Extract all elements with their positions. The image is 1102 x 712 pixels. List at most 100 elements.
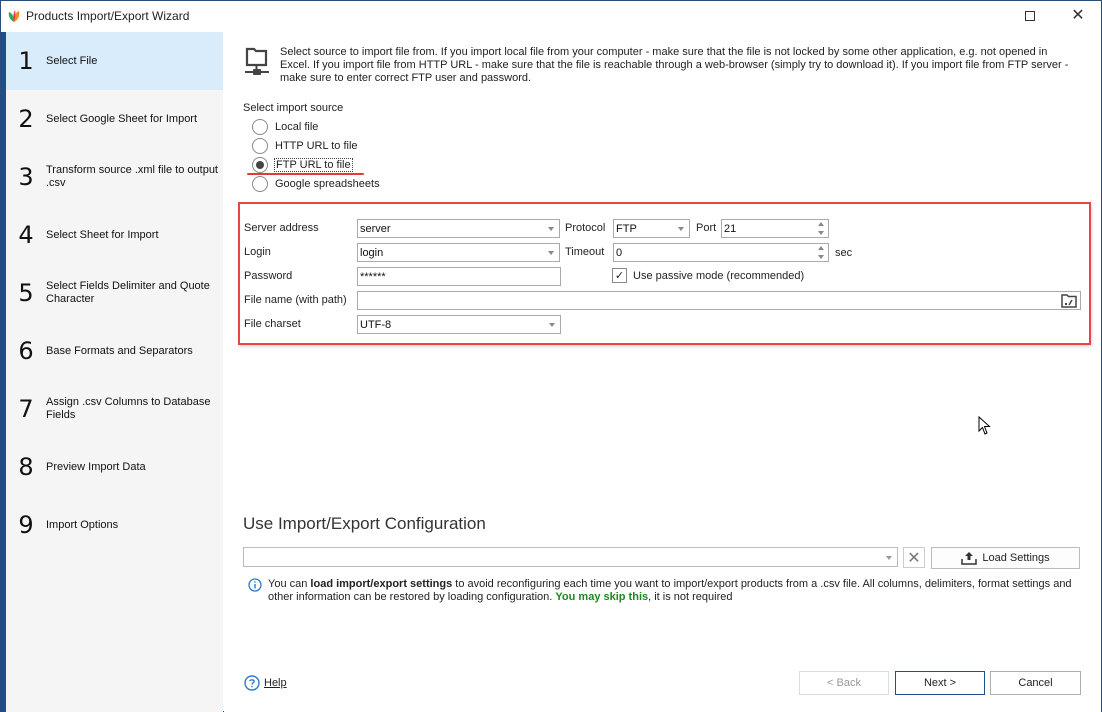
highlight-underline bbox=[247, 173, 364, 175]
sidebar-step-assign-columns[interactable]: 7 Assign .csv Columns to Database Fields bbox=[6, 380, 223, 438]
file-charset-label: File charset bbox=[244, 318, 301, 330]
step-label: Import Options bbox=[46, 518, 119, 531]
passive-mode-label: Use passive mode (recommended) bbox=[633, 270, 805, 282]
sidebar-step-import-options[interactable]: 9 Import Options bbox=[6, 496, 223, 554]
checkmark-icon: ✓ bbox=[614, 270, 625, 282]
sidebar-step-transform-xml[interactable]: 3 Transform source .xml file to output .… bbox=[6, 148, 223, 206]
step-label: Select Sheet for Import bbox=[46, 228, 159, 241]
file-charset-combo[interactable]: UTF-8 bbox=[357, 315, 561, 334]
port-spinner[interactable]: 21 bbox=[721, 219, 829, 238]
step-label: Preview Import Data bbox=[46, 460, 146, 473]
chevron-down-icon[interactable] bbox=[549, 323, 555, 327]
timeout-label: Timeout bbox=[565, 246, 605, 258]
wizard-steps-sidebar: 1 Select File 2 Select Google Sheet for … bbox=[1, 32, 223, 712]
spinner-arrows-icon[interactable] bbox=[817, 221, 825, 236]
file-name-label: File name (with path) bbox=[244, 294, 347, 306]
sidebar-step-preview[interactable]: 8 Preview Import Data bbox=[6, 438, 223, 496]
sidebar-step-delimiter[interactable]: 5 Select Fields Delimiter and Quote Char… bbox=[6, 264, 223, 322]
step-number: 2 bbox=[18, 105, 34, 133]
ftp-settings-group: Server address server Protocol FTP Port … bbox=[238, 202, 1091, 345]
help-link[interactable]: Help bbox=[264, 677, 287, 689]
hint-text: Select source to import file from. If yo… bbox=[280, 46, 1069, 84]
step-number: 6 bbox=[18, 337, 34, 365]
step-label: Select Fields Delimiter and Quote Charac… bbox=[46, 280, 210, 305]
window-title: Products Import/Export Wizard bbox=[26, 9, 190, 23]
title-bar: Products Import/Export Wizard ✕ bbox=[1, 1, 1101, 31]
upload-icon bbox=[961, 552, 978, 565]
radio-http-url[interactable]: HTTP URL to file bbox=[252, 138, 359, 154]
radio-ftp-url[interactable]: FTP URL to file bbox=[252, 157, 353, 173]
passive-mode-checkbox[interactable]: ✓ bbox=[612, 268, 627, 283]
file-name-field[interactable] bbox=[357, 291, 1081, 310]
chevron-down-icon[interactable] bbox=[886, 556, 892, 560]
load-settings-button[interactable]: Load Settings bbox=[931, 547, 1080, 569]
info-text-skip: You may skip this bbox=[555, 591, 649, 603]
step-label: Select File bbox=[46, 54, 98, 67]
step-number: 4 bbox=[18, 221, 34, 249]
radio-button[interactable] bbox=[252, 119, 268, 135]
port-label: Port bbox=[696, 222, 717, 234]
app-logo-icon bbox=[8, 10, 20, 22]
login-value: login bbox=[360, 246, 384, 259]
login-label: Login bbox=[244, 246, 271, 258]
back-button-label: < Back bbox=[827, 677, 861, 689]
maximize-button[interactable] bbox=[1015, 5, 1045, 27]
step-label: Transform source .xml file to output .cs… bbox=[46, 164, 218, 189]
radio-button[interactable] bbox=[252, 138, 268, 154]
radio-label: HTTP URL to file bbox=[275, 140, 358, 152]
chevron-down-icon[interactable] bbox=[678, 227, 684, 231]
info-icon bbox=[248, 578, 262, 592]
main-panel: Select source to import file from. If yo… bbox=[224, 32, 1101, 712]
step-number: 8 bbox=[18, 453, 34, 481]
cancel-button-label: Cancel bbox=[1018, 677, 1053, 689]
sidebar-step-select-sheet[interactable]: 4 Select Sheet for Import bbox=[6, 206, 223, 264]
server-address-label: Server address bbox=[244, 222, 319, 234]
password-field[interactable]: ****** bbox=[357, 267, 561, 286]
login-combo[interactable]: login bbox=[357, 243, 560, 262]
step-label: Select Google Sheet for Import bbox=[46, 112, 198, 125]
step-number: 9 bbox=[18, 511, 34, 539]
chevron-down-icon[interactable] bbox=[548, 251, 554, 255]
clear-icon: ✕ bbox=[907, 549, 921, 567]
password-value: ****** bbox=[360, 270, 386, 283]
step-number: 5 bbox=[18, 279, 34, 307]
chevron-down-icon[interactable] bbox=[548, 227, 554, 231]
close-button[interactable]: ✕ bbox=[1063, 5, 1093, 27]
port-value: 21 bbox=[724, 222, 737, 235]
timeout-unit: sec bbox=[835, 247, 853, 259]
sidebar-step-select-file[interactable]: 1 Select File bbox=[6, 32, 223, 90]
info-text-bold: load import/export settings bbox=[310, 578, 453, 590]
password-label: Password bbox=[244, 270, 293, 282]
radio-local-file[interactable]: Local file bbox=[252, 119, 319, 135]
wizard-window: Products Import/Export Wizard ✕ 1 Select… bbox=[0, 0, 1102, 712]
step-label: Assign .csv Columns to Database Fields bbox=[46, 396, 211, 421]
back-button[interactable]: < Back bbox=[799, 671, 889, 695]
radio-google-spreadsheets[interactable]: Google spreadsheets bbox=[252, 176, 381, 192]
cancel-button[interactable]: Cancel bbox=[990, 671, 1081, 695]
clear-config-button[interactable]: ✕ bbox=[903, 547, 925, 568]
step-number: 3 bbox=[18, 163, 34, 191]
timeout-value: 0 bbox=[616, 246, 623, 259]
network-folder-icon bbox=[245, 47, 269, 75]
radio-button[interactable] bbox=[252, 176, 268, 192]
protocol-combo[interactable]: FTP bbox=[613, 219, 690, 238]
maximize-icon bbox=[1025, 11, 1035, 21]
browse-folder-icon[interactable] bbox=[1061, 293, 1077, 308]
config-section-title: Use Import/Export Configuration bbox=[243, 514, 486, 533]
next-button-label: Next > bbox=[923, 677, 957, 689]
server-address-combo[interactable]: server bbox=[357, 219, 560, 238]
help-icon[interactable] bbox=[244, 675, 260, 691]
step-label: Base Formats and Separators bbox=[46, 344, 193, 357]
sidebar-step-base-formats[interactable]: 6 Base Formats and Separators bbox=[6, 322, 223, 380]
sidebar-step-select-google-sheet[interactable]: 2 Select Google Sheet for Import bbox=[6, 90, 223, 148]
server-address-value: server bbox=[360, 222, 391, 235]
radio-button-selected[interactable] bbox=[252, 157, 268, 173]
config-info-text: You can load import/export settings to a… bbox=[268, 578, 1098, 604]
protocol-label: Protocol bbox=[565, 222, 606, 234]
next-button[interactable]: Next > bbox=[895, 671, 985, 695]
timeout-spinner[interactable]: 0 bbox=[613, 243, 829, 262]
info-text-part: You can bbox=[268, 578, 311, 590]
config-combo[interactable] bbox=[243, 547, 898, 567]
spinner-arrows-icon[interactable] bbox=[817, 245, 825, 260]
radio-label: Google spreadsheets bbox=[275, 178, 380, 190]
